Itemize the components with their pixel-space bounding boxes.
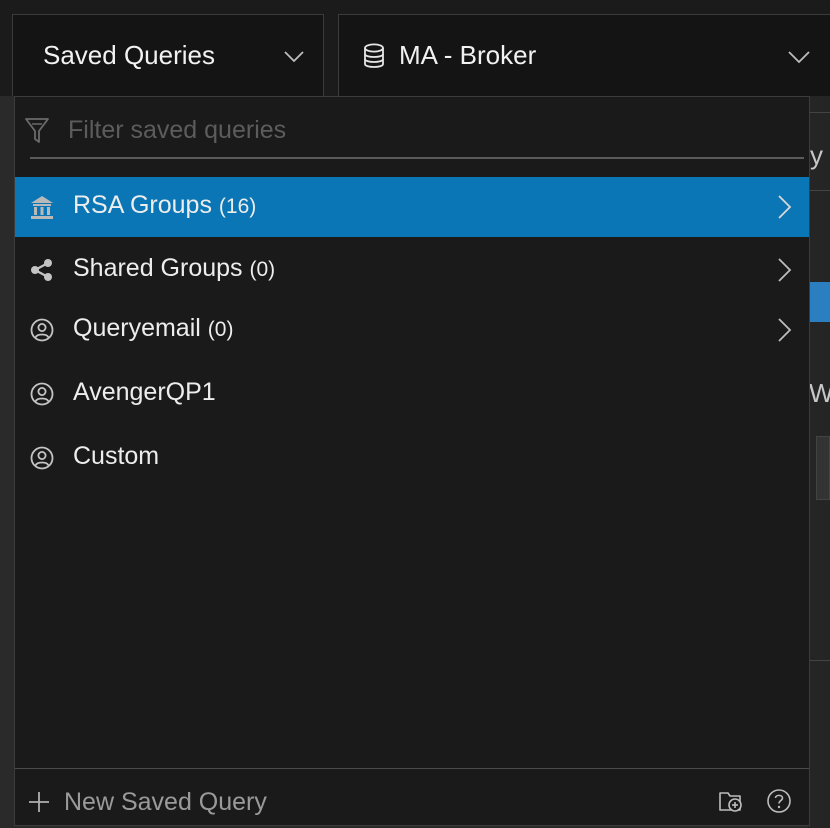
saved-queries-dropdown[interactable]: Saved Queries [12, 14, 324, 96]
chevron-right-icon [778, 258, 792, 282]
group-item-label: Queryemail (0) [73, 314, 234, 342]
new-saved-query-button[interactable]: New Saved Query [28, 784, 267, 820]
saved-queries-label: Saved Queries [43, 40, 215, 70]
service-label: MA - Broker [399, 40, 537, 70]
background-box [816, 436, 830, 500]
help-icon[interactable] [766, 788, 792, 814]
group-item-custom[interactable]: Custom [15, 428, 809, 488]
group-item-avengerqp1[interactable]: AvengerQP1 [15, 364, 809, 424]
plus-icon [29, 792, 49, 812]
background-divider [808, 190, 830, 191]
chevron-right-icon [778, 318, 792, 342]
group-item-label: Custom [73, 442, 160, 470]
background-blue-bar [810, 282, 830, 322]
chevron-down-icon [788, 51, 810, 64]
background-text-fragment: y [810, 140, 823, 170]
share-icon [31, 259, 52, 281]
filter-underline [30, 157, 804, 159]
group-item-rsa-groups[interactable]: RSA Groups (16) [15, 177, 809, 237]
new-saved-query-label: New Saved Query [64, 787, 267, 816]
rsa-building-icon [31, 196, 53, 219]
user-circle-icon [30, 318, 54, 342]
background-divider [808, 112, 830, 113]
chevron-right-icon [778, 195, 792, 219]
group-item-shared-groups[interactable]: Shared Groups (0) [15, 240, 809, 300]
add-folder-icon[interactable] [718, 788, 746, 814]
user-circle-icon [30, 446, 54, 470]
user-circle-icon [30, 382, 54, 406]
background-divider [808, 660, 830, 661]
chevron-down-icon [284, 51, 304, 63]
service-dropdown[interactable]: MA - Broker [338, 14, 830, 96]
database-icon [364, 43, 384, 68]
group-item-label: Shared Groups (0) [73, 254, 276, 282]
group-item-label: AvengerQP1 [73, 378, 216, 406]
filter-input[interactable] [66, 110, 786, 150]
group-item-queryemail[interactable]: Queryemail (0) [15, 300, 809, 360]
filter-icon [25, 118, 49, 143]
footer-divider [15, 768, 809, 769]
group-item-label: RSA Groups (16) [73, 191, 257, 219]
background-text-fragment: W [809, 378, 830, 408]
